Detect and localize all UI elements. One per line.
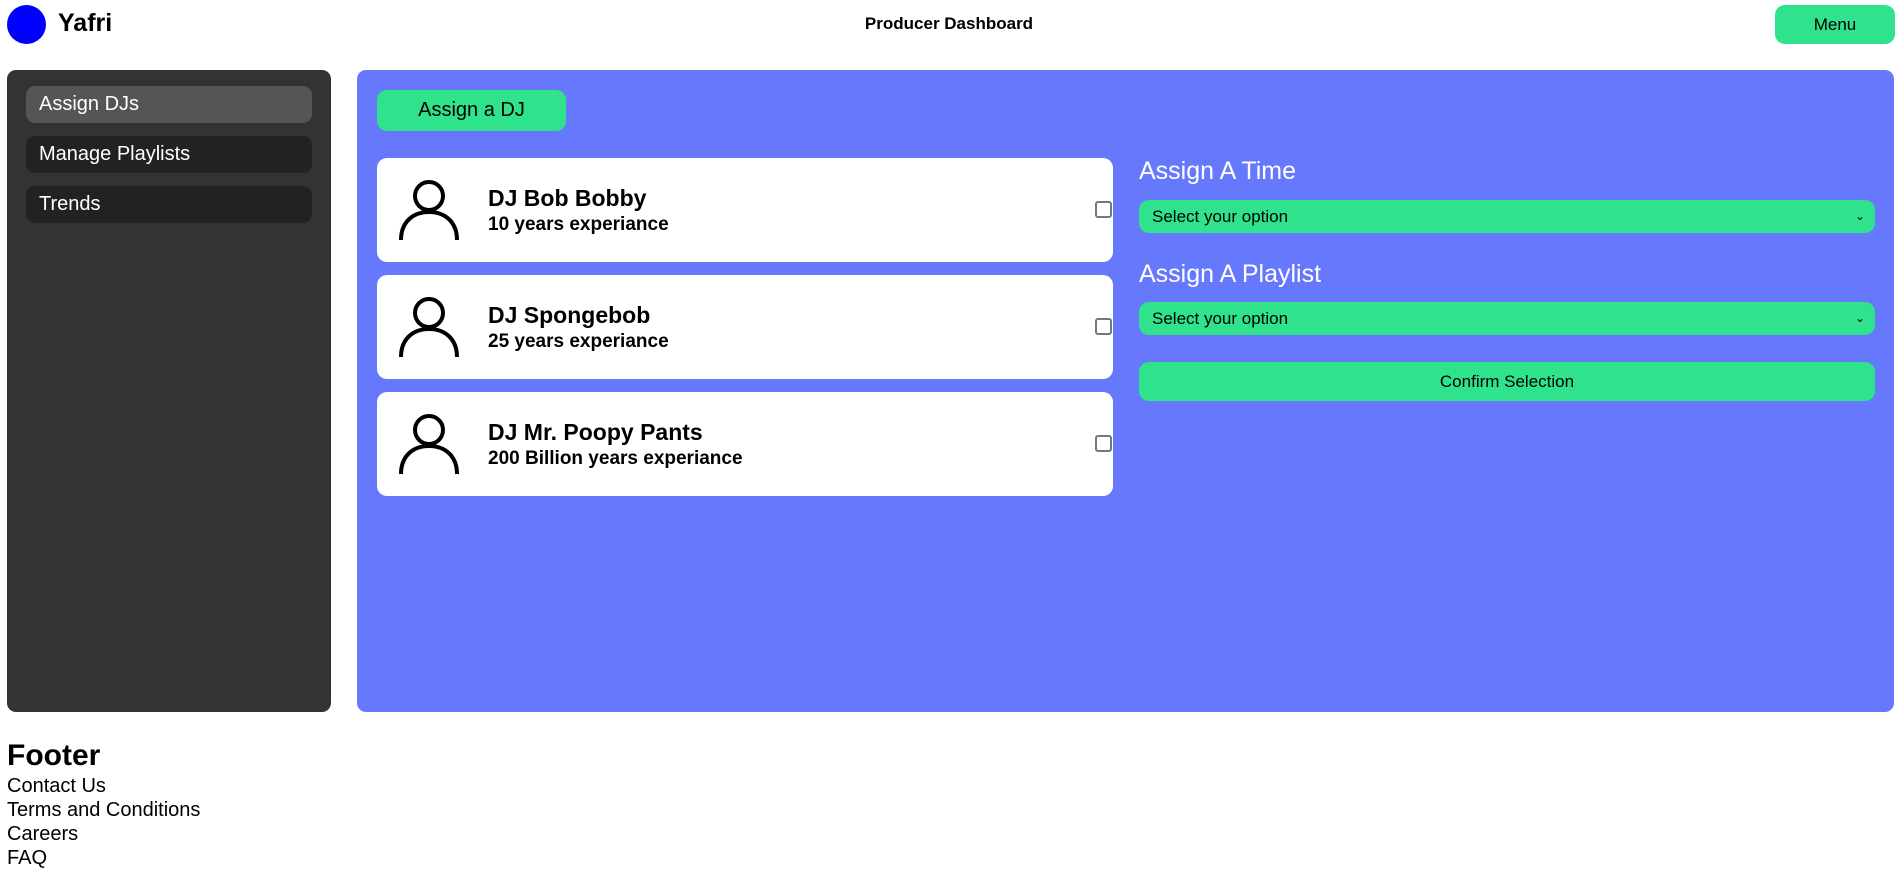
dj-card: DJ Mr. Poopy Pants 200 Billion years exp… xyxy=(377,392,1113,496)
playlist-select[interactable]: Select your option ⌄ xyxy=(1139,302,1875,335)
dj-select-checkbox[interactable] xyxy=(1095,435,1112,452)
dj-select-checkbox[interactable] xyxy=(1095,318,1112,335)
page-title: Producer Dashboard xyxy=(864,14,1034,33)
assign-time-label: Assign A Time xyxy=(1139,157,1297,185)
time-select[interactable]: Select your option ⌄ xyxy=(1139,200,1875,233)
playlist-select-value: Select your option xyxy=(1152,309,1289,328)
person-icon xyxy=(399,414,459,475)
assign-dj-button[interactable]: Assign a DJ xyxy=(377,90,566,131)
person-icon xyxy=(399,180,459,241)
footer-link-faq[interactable]: FAQ xyxy=(7,846,200,870)
time-select-value: Select your option xyxy=(1152,207,1289,226)
dj-name: DJ Spongebob xyxy=(488,302,651,328)
sidebar-item-manage-playlists[interactable]: Manage Playlists xyxy=(26,136,312,173)
footer-link-contact-us[interactable]: Contact Us xyxy=(7,774,200,798)
sidebar-item-trends[interactable]: Trends xyxy=(26,186,312,223)
footer-link-terms[interactable]: Terms and Conditions xyxy=(7,798,200,822)
dj-card: DJ Bob Bobby 10 years experiance xyxy=(377,158,1113,262)
top-bar: Yafri Producer Dashboard Menu xyxy=(0,0,1898,48)
chevron-down-icon: ⌄ xyxy=(1854,209,1865,223)
dj-card: DJ Spongebob 25 years experiance xyxy=(377,275,1113,379)
assign-playlist-label: Assign A Playlist xyxy=(1139,260,1322,288)
footer-link-careers[interactable]: Careers xyxy=(7,822,200,846)
footer: Footer Contact Us Terms and Conditions C… xyxy=(7,738,200,870)
dj-name: DJ Bob Bobby xyxy=(488,185,647,211)
sidebar-item-assign-djs[interactable]: Assign DJs xyxy=(26,86,312,123)
main-panel: Assign a DJ DJ Bob Bobby 10 years experi… xyxy=(357,70,1894,712)
menu-button[interactable]: Menu xyxy=(1775,5,1895,44)
confirm-selection-button[interactable]: Confirm Selection xyxy=(1139,362,1875,401)
dj-select-checkbox[interactable] xyxy=(1095,201,1112,218)
dj-experience: 200 Billion years experiance xyxy=(488,448,743,469)
dj-name: DJ Mr. Poopy Pants xyxy=(488,419,703,445)
footer-title: Footer xyxy=(7,739,101,772)
dj-experience: 25 years experiance xyxy=(488,331,669,352)
chevron-down-icon: ⌄ xyxy=(1854,311,1865,325)
person-icon xyxy=(399,297,459,358)
sidebar: Assign DJs Manage Playlists Trends xyxy=(7,70,331,712)
dj-experience: 10 years experiance xyxy=(488,214,669,235)
